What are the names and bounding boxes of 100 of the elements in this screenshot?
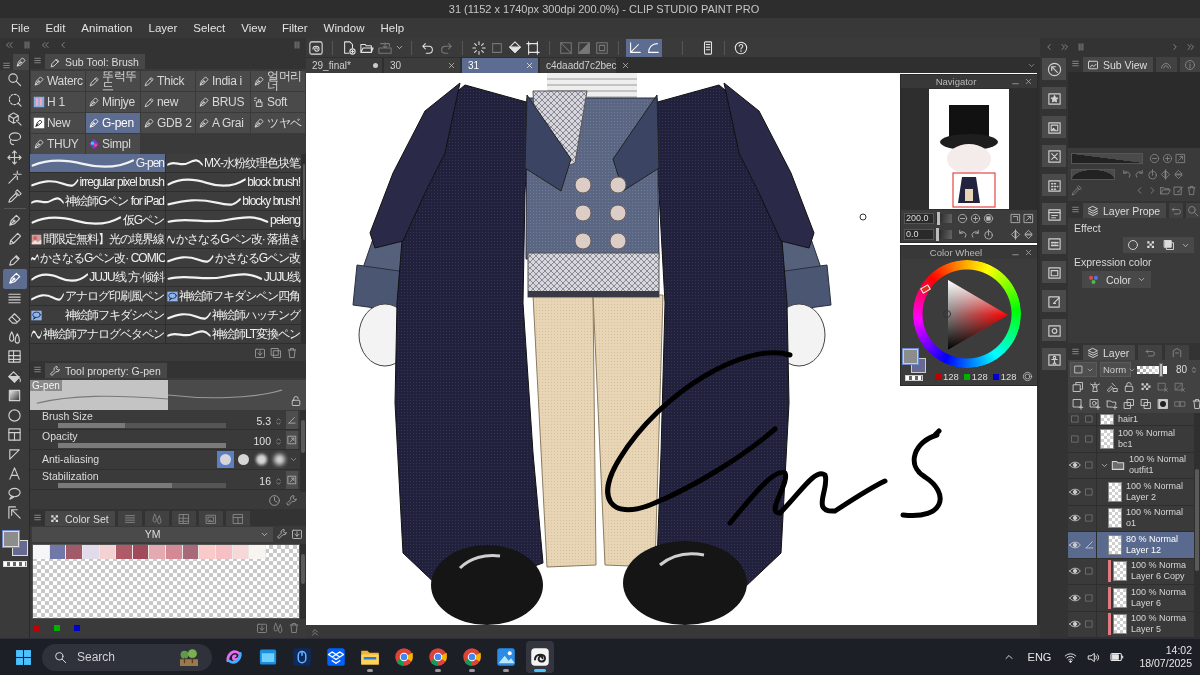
zoom-field[interactable]: 200.0 [904, 212, 934, 224]
empty-box-icon[interactable] [1084, 486, 1094, 497]
layer-row[interactable]: 100 % Normal outfit1 [1068, 452, 1194, 479]
sub-tool-group[interactable]: Soft [251, 92, 305, 112]
new-layer-icon[interactable] [1072, 397, 1084, 410]
trash-icon[interactable] [1186, 185, 1197, 197]
menu-item[interactable]: Filter [273, 18, 316, 38]
empty-box-icon[interactable] [1070, 433, 1080, 444]
empty-box-icon[interactable] [1084, 619, 1094, 630]
lock-icon[interactable] [1123, 380, 1135, 393]
close-icon[interactable] [1024, 248, 1033, 257]
scrollbar[interactable] [300, 544, 306, 619]
panel-button[interactable] [1042, 232, 1066, 254]
layer-property-tab[interactable]: Layer Prope [1083, 203, 1167, 218]
menu-icon[interactable] [1071, 205, 1080, 214]
layer-tab[interactable]: Layer [1083, 345, 1136, 360]
color-swatch[interactable] [166, 545, 183, 559]
hue-marker-icon[interactable] [920, 284, 931, 294]
rotate-left-icon[interactable] [957, 228, 968, 240]
main-color-swatch[interactable] [903, 349, 918, 364]
flip-vertical-icon[interactable] [1023, 228, 1034, 240]
layer-row[interactable]: 100 % Normal Layer 2 [1068, 479, 1194, 506]
ring-icon[interactable] [1021, 371, 1033, 382]
caret-icon[interactable] [289, 455, 298, 464]
menu-icon[interactable] [1071, 347, 1080, 356]
navigator-preview[interactable] [929, 89, 1009, 209]
x-box-icon[interactable] [1157, 380, 1169, 393]
menu-icon[interactable] [1071, 59, 1080, 68]
sub-tool-group[interactable]: H 1 [31, 92, 85, 112]
rotate-right-icon[interactable] [1134, 169, 1145, 180]
document-tab[interactable]: 29_final* [306, 58, 382, 73]
trash-icon[interactable] [286, 346, 298, 359]
stack-up-icon[interactable] [1123, 397, 1135, 410]
mask-icon[interactable] [1157, 397, 1169, 410]
zoom-out-icon[interactable] [957, 212, 968, 224]
viewport-frame[interactable] [952, 172, 996, 208]
brush-item[interactable]: かさなるGペン改· COMIC [30, 249, 166, 268]
scrollbar[interactable] [300, 410, 306, 492]
brush-item[interactable]: かさなるGペン改 [166, 249, 302, 268]
spinner-arrows-icon[interactable] [274, 477, 283, 486]
panel-button[interactable] [1042, 174, 1066, 196]
empty-box-icon[interactable] [1070, 414, 1080, 424]
eyedropper-icon[interactable] [1071, 185, 1082, 197]
clip-icon[interactable] [1072, 380, 1084, 393]
zoom-in-icon[interactable] [1162, 152, 1173, 164]
clock-time[interactable]: 14:02 [1165, 644, 1192, 657]
menu-item[interactable]: View [233, 18, 274, 38]
sub-tool-group[interactable]: Simpl [86, 134, 140, 154]
chevron-icon[interactable] [58, 40, 68, 50]
close-icon[interactable] [447, 61, 456, 70]
panel-tab[interactable] [1156, 57, 1177, 72]
lock-icon[interactable] [290, 395, 302, 407]
brush-item[interactable]: block brush! [166, 173, 302, 192]
expand-up-icon[interactable] [310, 626, 320, 637]
brush-item[interactable]: 神絵師LT変換ペン [166, 325, 302, 344]
panel-tab[interactable] [1169, 203, 1184, 218]
trash-icon[interactable] [1191, 397, 1200, 410]
brush-item[interactable]: アナログ印刷風ペン [30, 287, 166, 306]
zoom-out-icon[interactable] [1149, 152, 1160, 164]
color-set-tab[interactable]: Color Set [45, 511, 115, 526]
panel-button[interactable] [1042, 116, 1066, 138]
document-tab[interactable]: 31 [462, 58, 538, 73]
panel-button[interactable] [1042, 261, 1066, 283]
scrollbar[interactable] [1194, 413, 1200, 638]
color-dropdown[interactable] [1070, 362, 1097, 377]
menu-item[interactable]: Layer [140, 18, 186, 38]
expand-icon[interactable] [287, 474, 297, 485]
sub-tool-group[interactable]: GDB 2 [141, 113, 195, 133]
sub-tool-group[interactable]: Waterc [31, 71, 85, 91]
tool-property-tab[interactable]: Tool property: G-pen [45, 363, 167, 378]
double-chevron-icon[interactable] [40, 40, 50, 50]
rotation-slider[interactable] [936, 229, 952, 239]
sub-tool-group[interactable]: G-pen [86, 113, 140, 133]
sub-tool-group[interactable]: BRUS [196, 92, 250, 112]
menu-item[interactable]: Edit [37, 18, 74, 38]
expand-icon[interactable] [1023, 212, 1034, 224]
empty-box-icon[interactable] [1084, 414, 1094, 424]
stop-circle-icon[interactable] [983, 212, 994, 224]
layer-row[interactable]: 100 % Normal bc1 [1068, 426, 1194, 453]
slider-thumb[interactable] [1159, 362, 1163, 377]
sub-tool-group[interactable]: ツヤベ [251, 113, 305, 133]
brush-item[interactable]: 間限定無料】光の境界線 [30, 230, 166, 249]
add-color-icon[interactable] [256, 622, 268, 634]
layer-row[interactable]: 100 % Norma Layer 6 Copy [1068, 558, 1194, 585]
brush-item[interactable]: 神絵師フキダシペン四角 [166, 287, 302, 306]
tool-button[interactable] [2, 269, 27, 289]
panel-button[interactable] [1042, 58, 1066, 80]
trash-icon[interactable] [288, 622, 300, 634]
empty-box-icon[interactable] [1084, 513, 1094, 524]
brush-item[interactable]: 神絵師フキダシペン [30, 306, 166, 325]
zoom-in-icon[interactable] [970, 212, 981, 224]
flip-horizontal-icon[interactable] [1010, 228, 1021, 240]
property-slider[interactable] [58, 483, 226, 488]
brush-item[interactable]: かさなるGペン改· 落描き [166, 230, 302, 249]
new-folder-icon[interactable] [1106, 397, 1118, 410]
color-swatch[interactable] [66, 545, 83, 559]
brush-item[interactable]: irregular pixel brush [30, 173, 166, 192]
toolbar-button[interactable] [644, 38, 662, 57]
empty-box-icon[interactable] [1084, 460, 1094, 471]
panel-button[interactable] [1042, 290, 1066, 312]
